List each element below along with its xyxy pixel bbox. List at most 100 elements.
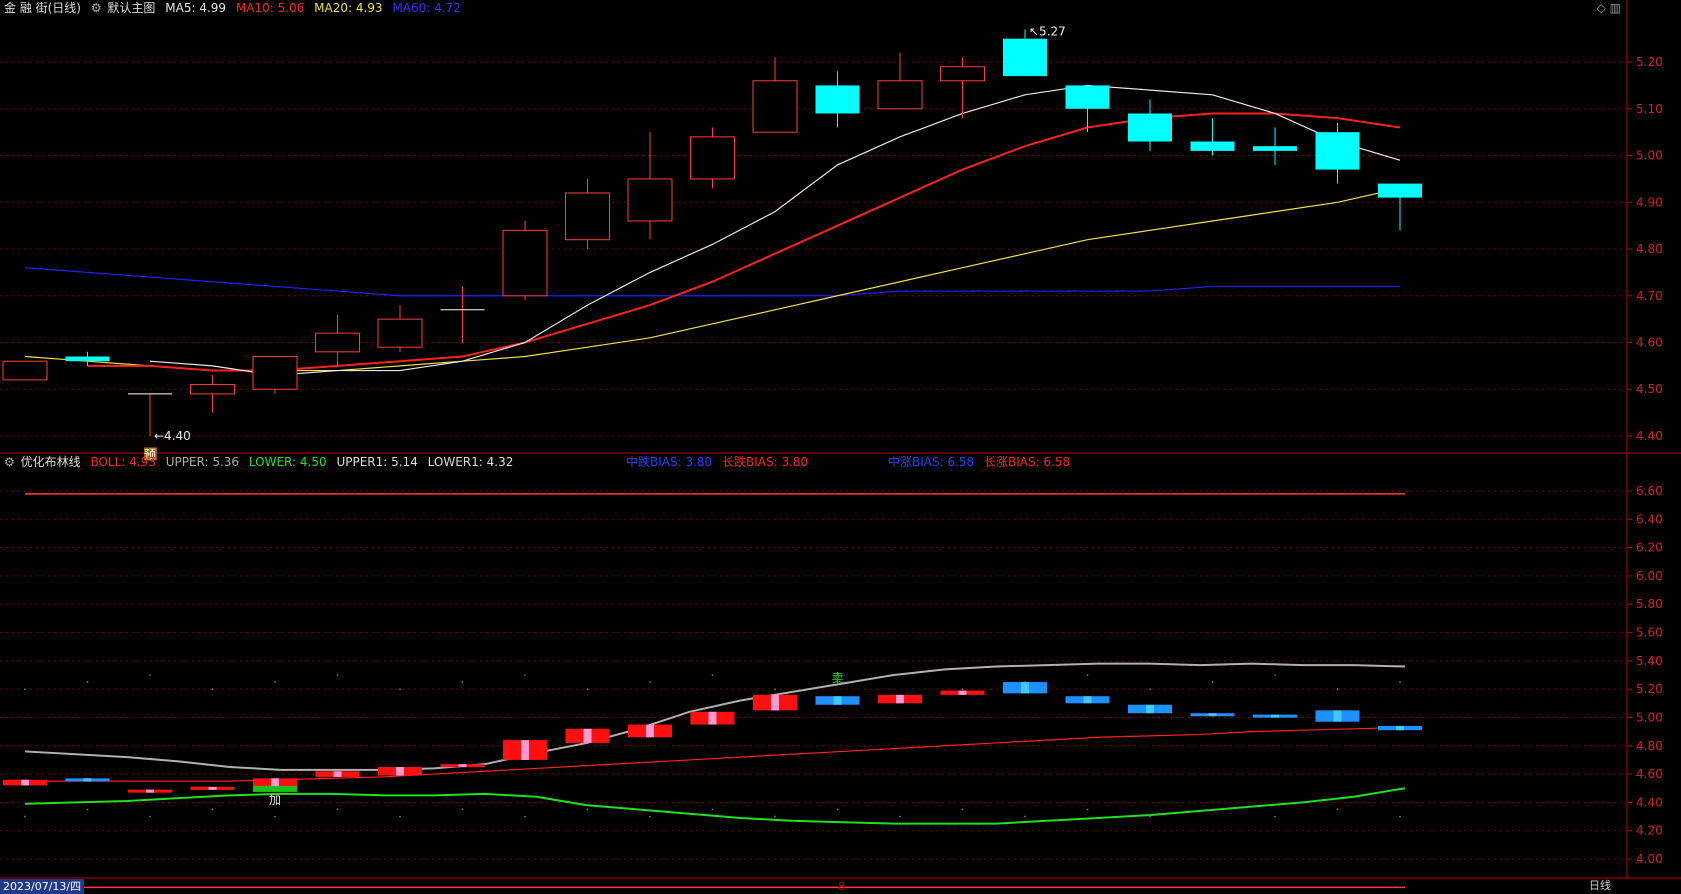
boll-tick-label: 6.40 [1636, 512, 1663, 526]
candle-down [1253, 146, 1297, 151]
boll-bar-core [958, 690, 967, 695]
boll-tick-label: 4.00 [1636, 852, 1663, 866]
indicator-title[interactable]: 优化布林线 [21, 455, 81, 469]
candle-down [1315, 132, 1360, 170]
boll-bar-core [708, 711, 717, 725]
boll-tick-label: 6.00 [1636, 569, 1663, 583]
boll-bar-core [208, 786, 217, 790]
price-tick-label: 4.80 [1636, 242, 1663, 256]
boll-dot [1149, 688, 1151, 690]
panel-icon[interactable]: ▥ [1610, 1, 1621, 15]
candle-down [1003, 38, 1047, 77]
boll-bar-core [458, 764, 467, 768]
boll-bar-core [771, 694, 779, 711]
status-bar: 2023/07/13/四 8 日线 [0, 878, 1681, 894]
boll-bar-core [146, 789, 154, 793]
boll-dot [961, 808, 964, 811]
ma5-value: MA5: 4.99 [165, 1, 227, 15]
boll-tick-label: 4.20 [1636, 824, 1663, 838]
boll-tick-label: 4.40 [1636, 795, 1663, 809]
boll-dot [86, 808, 89, 811]
boll-dot [649, 681, 651, 683]
candle-up [752, 80, 798, 133]
boll-tick-label: 5.80 [1636, 597, 1663, 611]
boll-tick-label: 5.60 [1636, 626, 1663, 640]
signal-label: 加 [269, 793, 281, 807]
boll-tick-label: 5.00 [1636, 710, 1663, 724]
boll-dot [274, 681, 276, 683]
boll-dot [211, 808, 214, 811]
boll-dot [211, 688, 214, 690]
candle-down [1190, 141, 1235, 151]
boll-dot [1211, 681, 1214, 683]
boll-bar-core [583, 728, 592, 743]
bias-labels-2: 中涨BIAS: 6.58 长涨BIAS: 6.58 [888, 454, 1076, 470]
boll-dot [899, 815, 901, 818]
price-tick-label: 5.00 [1636, 149, 1663, 163]
period-label[interactable]: 日线 [1589, 877, 1611, 893]
boll-mid-line [25, 726, 1406, 782]
extreme-label: ←4.40 [154, 429, 191, 443]
boll-dot [1274, 674, 1276, 676]
boll-dot [336, 674, 339, 676]
boll-bar-core [896, 694, 904, 704]
stock-chart[interactable]: 5.20 5.10 5.00 4.90 4.80 4.70 4.60 4.50 4.40 ↖5.2… [0, 0, 1681, 894]
boll-bar-core [1396, 725, 1404, 731]
boll-dot [149, 674, 151, 676]
sub-chart-header: ⚙ 优化布林线 BOLL: 4.93 UPPER: 5.36 LOWER: 4.… [4, 454, 519, 470]
gear-icon[interactable]: ⚙ [4, 455, 15, 469]
boll-dot [1211, 808, 1214, 811]
ma10-value: MA10: 5.06 [235, 1, 305, 15]
candle-up [877, 80, 923, 110]
boll-dot [961, 688, 964, 690]
bias-mid-down: 中跌BIAS: 3.80 [626, 455, 713, 469]
price-tick-label: 4.60 [1636, 336, 1663, 350]
gear-icon[interactable]: ⚙ [91, 1, 102, 15]
signal-bar [253, 785, 297, 792]
boll-dot [586, 808, 589, 811]
ma20-line [24, 187, 1401, 372]
lower-value: LOWER: 4.50 [248, 455, 327, 469]
boll-dot [1399, 815, 1401, 818]
candle-down [1065, 85, 1110, 109]
bias-long-up: 长涨BIAS: 6.58 [984, 455, 1071, 469]
boll-dot [274, 815, 276, 818]
ma60-value: MA60: 4.72 [392, 1, 461, 15]
boll-bar-core [1271, 714, 1279, 718]
scroll-marker[interactable]: 8 [838, 880, 845, 893]
boll-dot [399, 815, 401, 818]
boll-lower-line [24, 787, 1406, 825]
bias-long-down: 长跌BIAS: 3.80 [722, 455, 809, 469]
lower1-value: LOWER1: 4.32 [427, 455, 514, 469]
diamond-icon[interactable]: ◇ [1597, 1, 1606, 15]
window-controls: ◇ ▥ [1597, 1, 1621, 15]
boll-tick-label: 6.20 [1636, 541, 1663, 555]
boll-dot [1086, 808, 1089, 811]
candle-up [252, 356, 298, 390]
boll-tick-label: 4.60 [1636, 767, 1663, 781]
boll-dot [774, 815, 776, 818]
price-tick-label: 5.10 [1636, 102, 1663, 116]
ma20-value: MA20: 4.93 [314, 1, 383, 15]
boll-dot [524, 815, 526, 818]
boll-tick-label: 5.20 [1636, 682, 1663, 696]
candle-up [502, 229, 548, 297]
upper1-value: UPPER1: 5.14 [336, 455, 418, 469]
boll-bar-core [1083, 696, 1092, 704]
indicator-title[interactable]: 默认主图 [107, 1, 155, 15]
boll-bar-core [333, 771, 342, 777]
bias-labels-1: 中跌BIAS: 3.80 长跌BIAS: 3.80 [626, 454, 814, 470]
boll-dot [524, 674, 526, 676]
boll-dot [899, 674, 901, 676]
candle-up [565, 192, 610, 241]
boll-dot [586, 688, 589, 690]
boll-dot [1336, 808, 1339, 811]
boll-tick-label: 6.60 [1636, 484, 1663, 498]
boll-dot [1399, 681, 1401, 683]
boll-dot [461, 681, 464, 683]
cursor-date: 2023/07/13/四 [0, 879, 85, 894]
candle-up [190, 384, 235, 395]
candle-down [1378, 183, 1422, 198]
bias-mid-up: 中涨BIAS: 6.58 [888, 455, 975, 469]
candle-down [1128, 113, 1172, 142]
